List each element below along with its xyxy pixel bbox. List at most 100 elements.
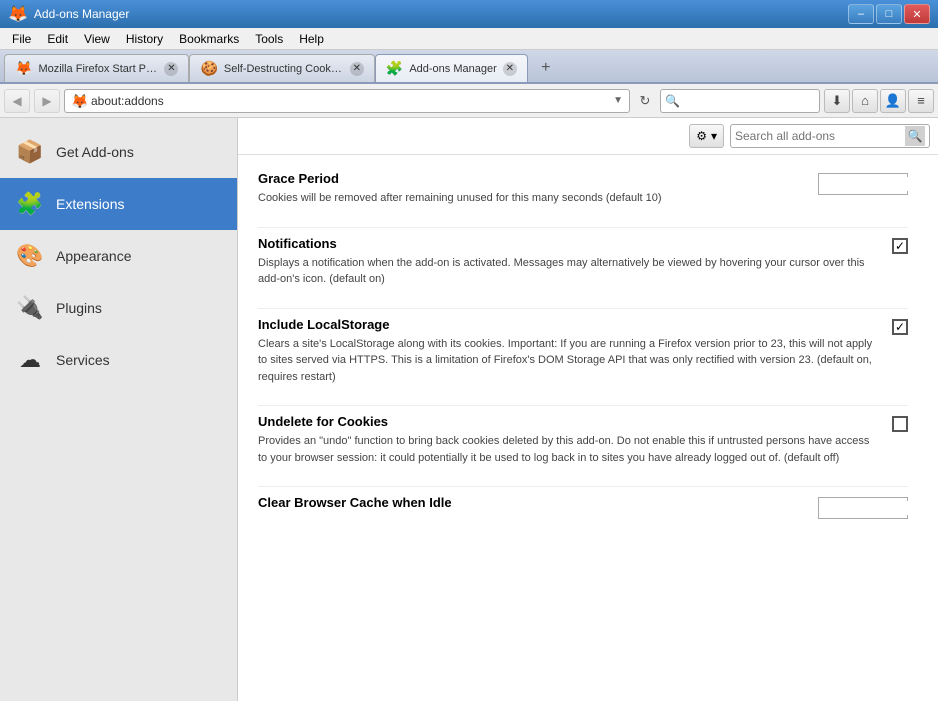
title-bar-left: 🦊 Add-ons Manager [8, 4, 129, 24]
localstorage-title: Include LocalStorage [258, 317, 876, 332]
browser-search-wrap: 🔍 [660, 89, 820, 113]
menu-button[interactable]: ≡ [908, 89, 934, 113]
home-button[interactable]: ⌂ [852, 89, 878, 113]
clear-cache-input[interactable] [819, 501, 938, 515]
sidebar-item-services[interactable]: ☁ Services [0, 334, 237, 386]
address-dropdown[interactable]: ▼ [613, 95, 623, 106]
sidebar-label-services: Services [56, 352, 110, 368]
localstorage-control [892, 317, 908, 335]
setting-clear-cache: Clear Browser Cache when Idle ▲ ▼ [258, 495, 908, 519]
grace-period-title: Grace Period [258, 171, 802, 186]
minimize-button[interactable]: – [848, 4, 874, 24]
tab-firefox-label: Mozilla Firefox Start Page [38, 63, 158, 75]
refresh-button[interactable]: ↻ [634, 90, 656, 112]
menu-history[interactable]: History [118, 30, 171, 48]
sidebar-item-extensions[interactable]: 🧩 Extensions [0, 178, 237, 230]
grace-period-input[interactable] [819, 177, 938, 191]
undelete-label-col: Undelete for Cookies Provides an "undo" … [258, 414, 876, 466]
content-area: ⚙ ▾ 🔍 Grace Period Cookies will be remov… [238, 118, 938, 701]
sidebar-label-extensions: Extensions [56, 196, 124, 212]
address-input-wrap: 🦊 about:addons ▼ [64, 89, 630, 113]
new-tab-button[interactable]: + [532, 54, 560, 82]
notifications-control [892, 236, 908, 254]
addon-toolbar: ⚙ ▾ 🔍 [238, 118, 938, 155]
clear-cache-input-wrap: ▲ ▼ [818, 497, 908, 519]
clear-cache-label-col: Clear Browser Cache when Idle [258, 495, 802, 514]
search-addon-input[interactable] [735, 129, 901, 143]
sidebar-item-appearance[interactable]: 🎨 Appearance [0, 230, 237, 282]
grace-period-control: ▲ ▼ [818, 171, 908, 195]
gear-dropdown-icon: ▾ [711, 129, 717, 143]
sidebar-label-plugins: Plugins [56, 300, 102, 316]
menu-help[interactable]: Help [291, 30, 332, 48]
download-button[interactable]: ⬇ [824, 89, 850, 113]
sidebar: 📦 Get Add-ons 🧩 Extensions 🎨 Appearance … [0, 118, 238, 701]
sidebar-item-plugins[interactable]: 🔌 Plugins [0, 282, 237, 334]
tab-firefox-close[interactable]: ✕ [164, 62, 178, 76]
tab-self-destructing-label: Self-Destructing Cookies -- Sur... [224, 63, 344, 75]
tab-self-destructing-close[interactable]: ✕ [350, 62, 364, 76]
close-button[interactable]: ✕ [904, 4, 930, 24]
plugins-icon: 🔌 [14, 292, 46, 324]
grace-period-desc: Cookies will be removed after remaining … [258, 190, 802, 207]
setting-undelete: Undelete for Cookies Provides an "undo" … [258, 414, 908, 466]
main-container: 📦 Get Add-ons 🧩 Extensions 🎨 Appearance … [0, 118, 938, 701]
sidebar-item-get-addons[interactable]: 📦 Get Add-ons [0, 126, 237, 178]
grace-period-label-col: Grace Period Cookies will be removed aft… [258, 171, 802, 207]
settings-scroll[interactable]: Grace Period Cookies will be removed aft… [238, 155, 938, 701]
site-icon: 🦊 [71, 93, 87, 109]
notifications-label-col: Notifications Displays a notification wh… [258, 236, 876, 288]
back-button[interactable]: ◀ [4, 89, 30, 113]
gear-icon: ⚙ [696, 129, 707, 143]
avatar-button[interactable]: 👤 [880, 89, 906, 113]
search-addon-button[interactable]: 🔍 [905, 126, 925, 146]
tab-bar: 🦊 Mozilla Firefox Start Page ✕ 🍪 Self-De… [0, 50, 938, 84]
menu-view[interactable]: View [76, 30, 118, 48]
toolbar-right-buttons: ⬇ ⌂ 👤 ≡ [824, 89, 934, 113]
sidebar-label-appearance: Appearance [56, 248, 132, 264]
menu-bookmarks[interactable]: Bookmarks [171, 30, 247, 48]
divider-2 [258, 308, 908, 309]
undelete-checkbox[interactable] [892, 416, 908, 432]
firefox-logo: 🦊 [8, 4, 28, 24]
maximize-button[interactable]: □ [876, 4, 902, 24]
tab-addons-manager[interactable]: 🧩 Add-ons Manager ✕ [375, 54, 528, 82]
notifications-checkbox[interactable] [892, 238, 908, 254]
title-bar: 🦊 Add-ons Manager – □ ✕ [0, 0, 938, 28]
localstorage-label-col: Include LocalStorage Clears a site's Loc… [258, 317, 876, 386]
extensions-icon: 🧩 [14, 188, 46, 220]
tab-firefox-start[interactable]: 🦊 Mozilla Firefox Start Page ✕ [4, 54, 189, 82]
menu-tools[interactable]: Tools [247, 30, 291, 48]
address-text: about:addons [91, 94, 609, 108]
appearance-icon: 🎨 [14, 240, 46, 272]
window-controls: – □ ✕ [848, 4, 930, 24]
search-addon-wrap: 🔍 [730, 124, 930, 148]
divider-3 [258, 405, 908, 406]
setting-notifications: Notifications Displays a notification wh… [258, 236, 908, 288]
tab-addons-label: Add-ons Manager [409, 63, 496, 75]
window-title: Add-ons Manager [34, 7, 129, 21]
gear-button[interactable]: ⚙ ▾ [689, 124, 724, 148]
menu-edit[interactable]: Edit [39, 30, 76, 48]
menu-bar: File Edit View History Bookmarks Tools H… [0, 28, 938, 50]
localstorage-checkbox[interactable] [892, 319, 908, 335]
undelete-desc: Provides an "undo" function to bring bac… [258, 433, 876, 466]
undelete-control [892, 414, 908, 432]
menu-file[interactable]: File [4, 30, 39, 48]
tab-addon-icon: 🧩 [386, 60, 403, 77]
divider-4 [258, 486, 908, 487]
notifications-title: Notifications [258, 236, 876, 251]
notifications-desc: Displays a notification when the add-on … [258, 255, 876, 288]
tab-addons-close[interactable]: ✕ [503, 62, 517, 76]
sidebar-label-get-addons: Get Add-ons [56, 144, 134, 160]
clear-cache-title: Clear Browser Cache when Idle [258, 495, 802, 510]
setting-grace-period: Grace Period Cookies will be removed aft… [258, 171, 908, 207]
tab-self-destructing[interactable]: 🍪 Self-Destructing Cookies -- Sur... ✕ [189, 54, 374, 82]
address-bar: ◀ ▶ 🦊 about:addons ▼ ↻ 🔍 ⬇ ⌂ 👤 ≡ [0, 84, 938, 118]
setting-localstorage: Include LocalStorage Clears a site's Loc… [258, 317, 908, 386]
services-icon: ☁ [14, 344, 46, 376]
localstorage-desc: Clears a site's LocalStorage along with … [258, 336, 876, 386]
get-addons-icon: 📦 [14, 136, 46, 168]
forward-button[interactable]: ▶ [34, 89, 60, 113]
tab-firefox-icon: 🦊 [15, 60, 32, 77]
